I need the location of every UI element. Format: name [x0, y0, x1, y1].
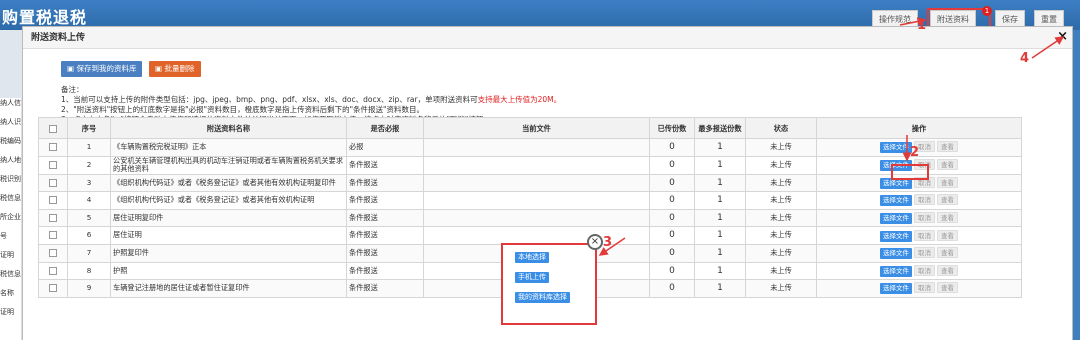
annotation-arrows — [598, 17, 1065, 256]
